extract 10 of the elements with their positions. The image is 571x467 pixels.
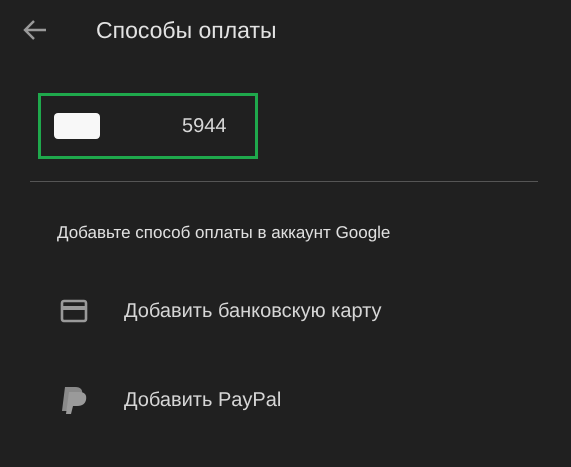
back-arrow-icon [22,19,48,41]
card-icon [54,113,100,139]
credit-card-icon [60,299,88,323]
add-payment-option[interactable]: Добавить PayPal [60,380,571,420]
section-title: Добавьте способ оплаты в аккаунт Google [57,223,392,243]
paypal-icon [60,385,88,415]
screen-title: Способы оплаты [96,16,277,44]
add-payment-option[interactable]: Добавить банковскую карту [60,291,571,331]
card-number: 5944 [182,114,226,138]
saved-card[interactable]: 5944 [38,93,258,159]
